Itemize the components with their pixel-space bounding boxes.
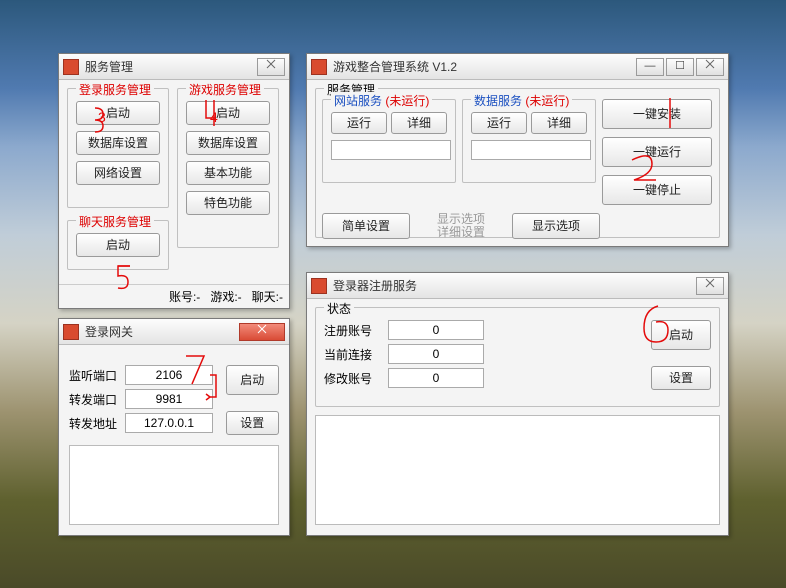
web-run-button[interactable]: 运行 bbox=[331, 112, 387, 134]
app-icon bbox=[311, 278, 327, 294]
data-service-group: 数据服务 (未运行) 运行 详细 bbox=[462, 99, 596, 183]
group-label: 状态 bbox=[324, 300, 354, 317]
service-mgmt-group: 服务管理 网站服务 (未运行) 运行 详细 数据服务 (未运行) 运行 bbox=[315, 88, 720, 238]
login-db-button[interactable]: 数据库设置 bbox=[76, 131, 160, 155]
group-label: 游戏服务管理 bbox=[186, 81, 264, 98]
web-status-input[interactable] bbox=[331, 140, 451, 160]
app-icon bbox=[311, 59, 327, 75]
options-hint-label: 显示选项 详细设置 bbox=[416, 213, 506, 239]
titlebar: 登录器注册服务 bbox=[307, 273, 728, 299]
status-game: 游戏:- bbox=[210, 288, 241, 305]
reg-account-label: 注册账号 bbox=[324, 322, 388, 339]
window-title: 服务管理 bbox=[85, 58, 255, 75]
status-account: 账号:- bbox=[169, 288, 200, 305]
listen-port-input[interactable] bbox=[125, 365, 213, 385]
register-log bbox=[315, 415, 720, 525]
titlebar: 服务管理 bbox=[59, 54, 289, 80]
install-button[interactable]: 一键安装 bbox=[602, 99, 712, 129]
window-title: 登录器注册服务 bbox=[333, 277, 694, 294]
titlebar: 游戏整合管理系统 V1.2 — ☐ bbox=[307, 54, 728, 80]
login-service-group: 登录服务管理 启动 数据库设置 网络设置 bbox=[67, 88, 169, 208]
group-label: 聊天服务管理 bbox=[76, 213, 154, 230]
window-title: 游戏整合管理系统 V1.2 bbox=[333, 58, 634, 75]
forward-port-input[interactable] bbox=[125, 389, 213, 409]
simple-settings-button[interactable]: 简单设置 bbox=[322, 213, 410, 239]
register-start-button[interactable]: 启动 bbox=[651, 320, 711, 350]
app-icon bbox=[63, 59, 79, 75]
window-service-mgmt: 服务管理 登录服务管理 启动 数据库设置 网络设置 游戏服务管理 启动 数据库设… bbox=[58, 53, 290, 309]
status-group: 状态 注册账号 当前连接 修改账号 bbox=[315, 307, 720, 407]
mod-account-input[interactable] bbox=[388, 368, 484, 388]
close-icon[interactable] bbox=[696, 58, 724, 76]
game-start-button[interactable]: 启动 bbox=[186, 101, 270, 125]
reg-account-input[interactable] bbox=[388, 320, 484, 340]
titlebar: 登录网关 bbox=[59, 319, 289, 345]
group-label: 数据服务 (未运行) bbox=[471, 92, 572, 109]
window-title: 登录网关 bbox=[85, 323, 237, 340]
login-start-button[interactable]: 启动 bbox=[76, 101, 160, 125]
data-run-button[interactable]: 运行 bbox=[471, 112, 527, 134]
show-options-button[interactable]: 显示选项 bbox=[512, 213, 600, 239]
minimize-icon[interactable]: — bbox=[636, 58, 664, 76]
game-service-group: 游戏服务管理 启动 数据库设置 基本功能 特色功能 bbox=[177, 88, 279, 248]
group-label: 网站服务 (未运行) bbox=[331, 92, 432, 109]
status-bar: 账号:- 游戏:- 聊天:- bbox=[59, 284, 289, 308]
stopall-button[interactable]: 一键停止 bbox=[602, 175, 712, 205]
app-icon bbox=[63, 324, 79, 340]
window-register-service: 登录器注册服务 状态 注册账号 当前连接 修改账号 bbox=[306, 272, 729, 536]
close-icon[interactable] bbox=[257, 58, 285, 76]
login-net-button[interactable]: 网络设置 bbox=[76, 161, 160, 185]
data-status-input[interactable] bbox=[471, 140, 591, 160]
group-label: 登录服务管理 bbox=[76, 81, 154, 98]
close-icon[interactable] bbox=[696, 277, 724, 295]
window-login-gateway: 登录网关 监听端口 转发端口 转发地址 启动 设置 bbox=[58, 318, 290, 536]
web-service-group: 网站服务 (未运行) 运行 详细 bbox=[322, 99, 456, 183]
window-game-integration: 游戏整合管理系统 V1.2 — ☐ 服务管理 网站服务 (未运行) 运行 详细 … bbox=[306, 53, 729, 247]
current-conn-input[interactable] bbox=[388, 344, 484, 364]
close-icon[interactable] bbox=[239, 323, 285, 341]
runall-button[interactable]: 一键运行 bbox=[602, 137, 712, 167]
forward-port-label: 转发端口 bbox=[69, 391, 125, 408]
register-settings-button[interactable]: 设置 bbox=[651, 366, 711, 390]
gateway-settings-button[interactable]: 设置 bbox=[226, 411, 279, 435]
forward-addr-label: 转发地址 bbox=[69, 415, 125, 432]
gateway-start-button[interactable]: 启动 bbox=[226, 365, 279, 395]
listen-port-label: 监听端口 bbox=[69, 367, 125, 384]
web-detail-button[interactable]: 详细 bbox=[391, 112, 447, 134]
mod-account-label: 修改账号 bbox=[324, 370, 388, 387]
chat-start-button[interactable]: 启动 bbox=[76, 233, 160, 257]
maximize-icon[interactable]: ☐ bbox=[666, 58, 694, 76]
chat-service-group: 聊天服务管理 启动 bbox=[67, 220, 169, 270]
forward-addr-input[interactable] bbox=[125, 413, 213, 433]
game-db-button[interactable]: 数据库设置 bbox=[186, 131, 270, 155]
gateway-log bbox=[69, 445, 279, 525]
current-conn-label: 当前连接 bbox=[324, 346, 388, 363]
game-special-button[interactable]: 特色功能 bbox=[186, 191, 270, 215]
game-basic-button[interactable]: 基本功能 bbox=[186, 161, 270, 185]
status-chat: 聊天:- bbox=[252, 288, 283, 305]
data-detail-button[interactable]: 详细 bbox=[531, 112, 587, 134]
